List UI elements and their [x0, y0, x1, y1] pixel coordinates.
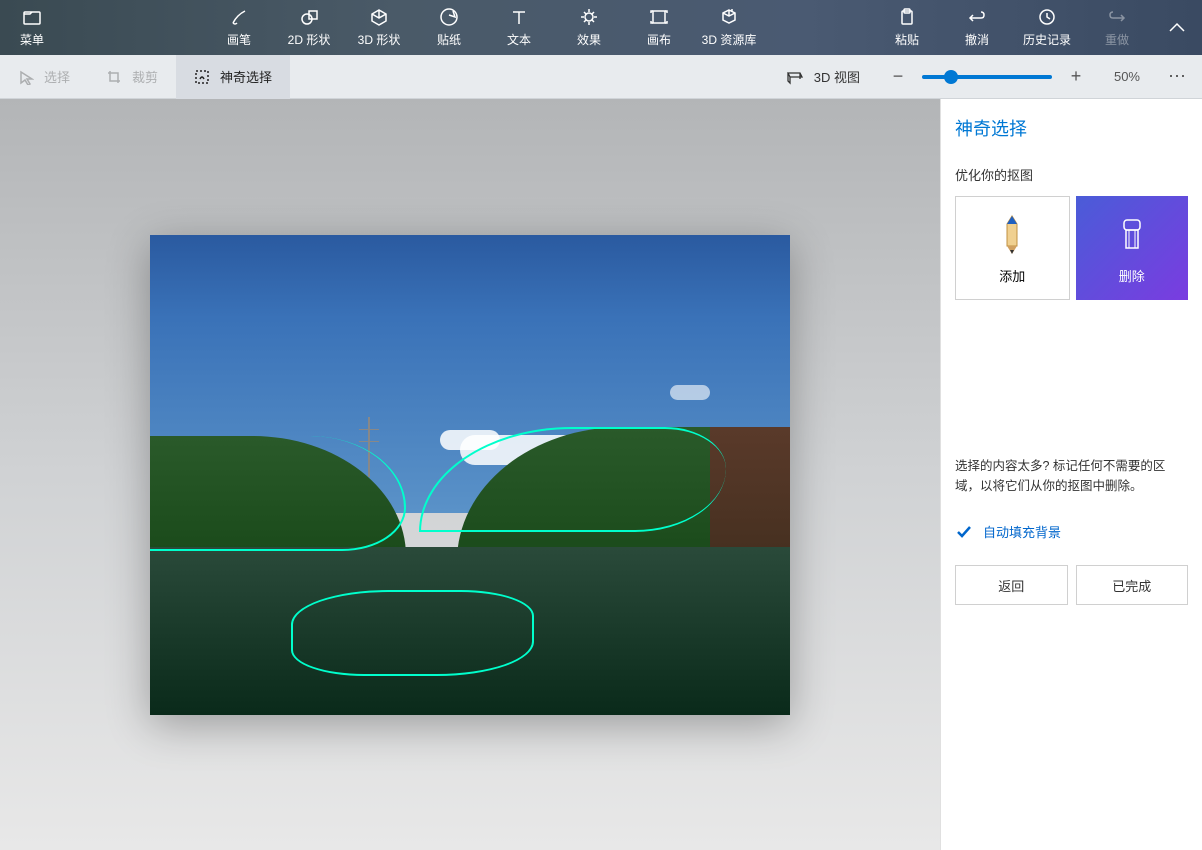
- zoom-slider[interactable]: [922, 75, 1052, 79]
- effects-icon: [579, 7, 599, 27]
- redo-icon: [1107, 7, 1127, 27]
- brush-label: 画笔: [227, 31, 251, 48]
- history-label: 历史记录: [1023, 31, 1071, 48]
- canvas-label: 画布: [647, 31, 671, 48]
- view3d-toggle[interactable]: 3D 视图: [772, 67, 874, 86]
- text-icon: [509, 7, 529, 27]
- brush-tool[interactable]: 画笔: [204, 0, 274, 55]
- library3d-tool[interactable]: 3D 资源库: [694, 0, 764, 55]
- eraser-icon: [1114, 212, 1150, 256]
- brush-icon: [229, 7, 249, 27]
- canvas-area[interactable]: [0, 99, 940, 850]
- magic-select-label: 神奇选择: [220, 67, 272, 86]
- view3d-icon: [786, 69, 804, 85]
- shape2d-label: 2D 形状: [288, 31, 331, 48]
- magic-select-tool[interactable]: 神奇选择: [176, 55, 290, 99]
- canvas-icon: [649, 7, 669, 27]
- autofill-checkbox[interactable]: 自动填充背景: [955, 512, 1188, 565]
- chevron-up-icon: [1168, 22, 1186, 34]
- redo-button: 重做: [1082, 0, 1152, 55]
- autofill-label: 自动填充背景: [983, 522, 1061, 541]
- expand-button[interactable]: [1152, 0, 1202, 55]
- select-label: 选择: [44, 67, 70, 86]
- text-tool[interactable]: 文本: [484, 0, 554, 55]
- text-label: 文本: [507, 31, 531, 48]
- image-cloud: [670, 385, 710, 400]
- stickers-label: 贴纸: [437, 31, 461, 48]
- shape3d-label: 3D 形状: [358, 31, 401, 48]
- canvas-image[interactable]: [150, 235, 790, 715]
- more-button[interactable]: ⋯: [1154, 66, 1202, 87]
- sticker-icon: [439, 7, 459, 27]
- stickers-tool[interactable]: 贴纸: [414, 0, 484, 55]
- pencil-icon: [994, 212, 1030, 256]
- remove-label: 删除: [1119, 266, 1145, 285]
- history-button[interactable]: 历史记录: [1012, 0, 1082, 55]
- remove-tool-card[interactable]: 删除: [1076, 196, 1189, 300]
- cube-icon: [369, 7, 389, 27]
- cursor-icon: [18, 69, 34, 85]
- clipboard-icon: [897, 7, 917, 27]
- side-panel: 神奇选择 优化你的抠图 添加 删除: [940, 99, 1202, 850]
- crop-icon: [106, 69, 122, 85]
- effects-label: 效果: [577, 31, 601, 48]
- shape3d-tool[interactable]: 3D 形状: [344, 0, 414, 55]
- menu-button[interactable]: 菜单: [0, 0, 64, 55]
- image-cloud: [440, 430, 500, 450]
- shape2d-tool[interactable]: 2D 形状: [274, 0, 344, 55]
- undo-button[interactable]: 撤消: [942, 0, 1012, 55]
- library3d-label: 3D 资源库: [702, 31, 757, 48]
- view3d-label: 3D 视图: [814, 67, 860, 86]
- paste-button[interactable]: 粘贴: [872, 0, 942, 55]
- canvas-tool[interactable]: 画布: [624, 0, 694, 55]
- paste-label: 粘贴: [895, 31, 919, 48]
- select-tool: 选择: [0, 55, 88, 99]
- zoom-out-button[interactable]: −: [886, 65, 910, 89]
- shape2d-icon: [299, 7, 319, 27]
- crop-tool: 裁剪: [88, 55, 176, 99]
- crop-label: 裁剪: [132, 67, 158, 86]
- panel-subtitle: 优化你的抠图: [955, 165, 1188, 184]
- library-icon: [719, 7, 739, 27]
- zoom-in-button[interactable]: +: [1064, 65, 1088, 89]
- back-button[interactable]: 返回: [955, 565, 1068, 605]
- zoom-value: 50%: [1100, 69, 1154, 84]
- menu-label: 菜单: [20, 31, 44, 48]
- panel-title: 神奇选择: [955, 115, 1188, 141]
- undo-icon: [967, 7, 987, 27]
- done-button[interactable]: 已完成: [1076, 565, 1189, 605]
- image-tower: [368, 417, 370, 477]
- magic-select-icon: [194, 69, 210, 85]
- add-label: 添加: [999, 266, 1025, 285]
- redo-label: 重做: [1105, 31, 1129, 48]
- check-icon: [955, 523, 973, 541]
- undo-label: 撤消: [965, 31, 989, 48]
- top-ribbon: 菜单 画笔 2D 形状 3D 形状 贴纸 文本 效果 画布 3D 资源库 粘贴: [0, 0, 1202, 55]
- zoom-controls: − +: [874, 65, 1100, 89]
- panel-hint: 选择的内容太多? 标记任何不需要的区域，以将它们从你的抠图中删除。: [955, 456, 1188, 496]
- history-icon: [1037, 7, 1057, 27]
- effects-tool[interactable]: 效果: [554, 0, 624, 55]
- add-tool-card[interactable]: 添加: [955, 196, 1070, 300]
- folder-icon: [22, 7, 42, 27]
- sub-toolbar: 选择 裁剪 神奇选择 3D 视图 − + 50% ⋯: [0, 55, 1202, 99]
- image-water: [150, 547, 790, 715]
- zoom-slider-thumb[interactable]: [944, 70, 958, 84]
